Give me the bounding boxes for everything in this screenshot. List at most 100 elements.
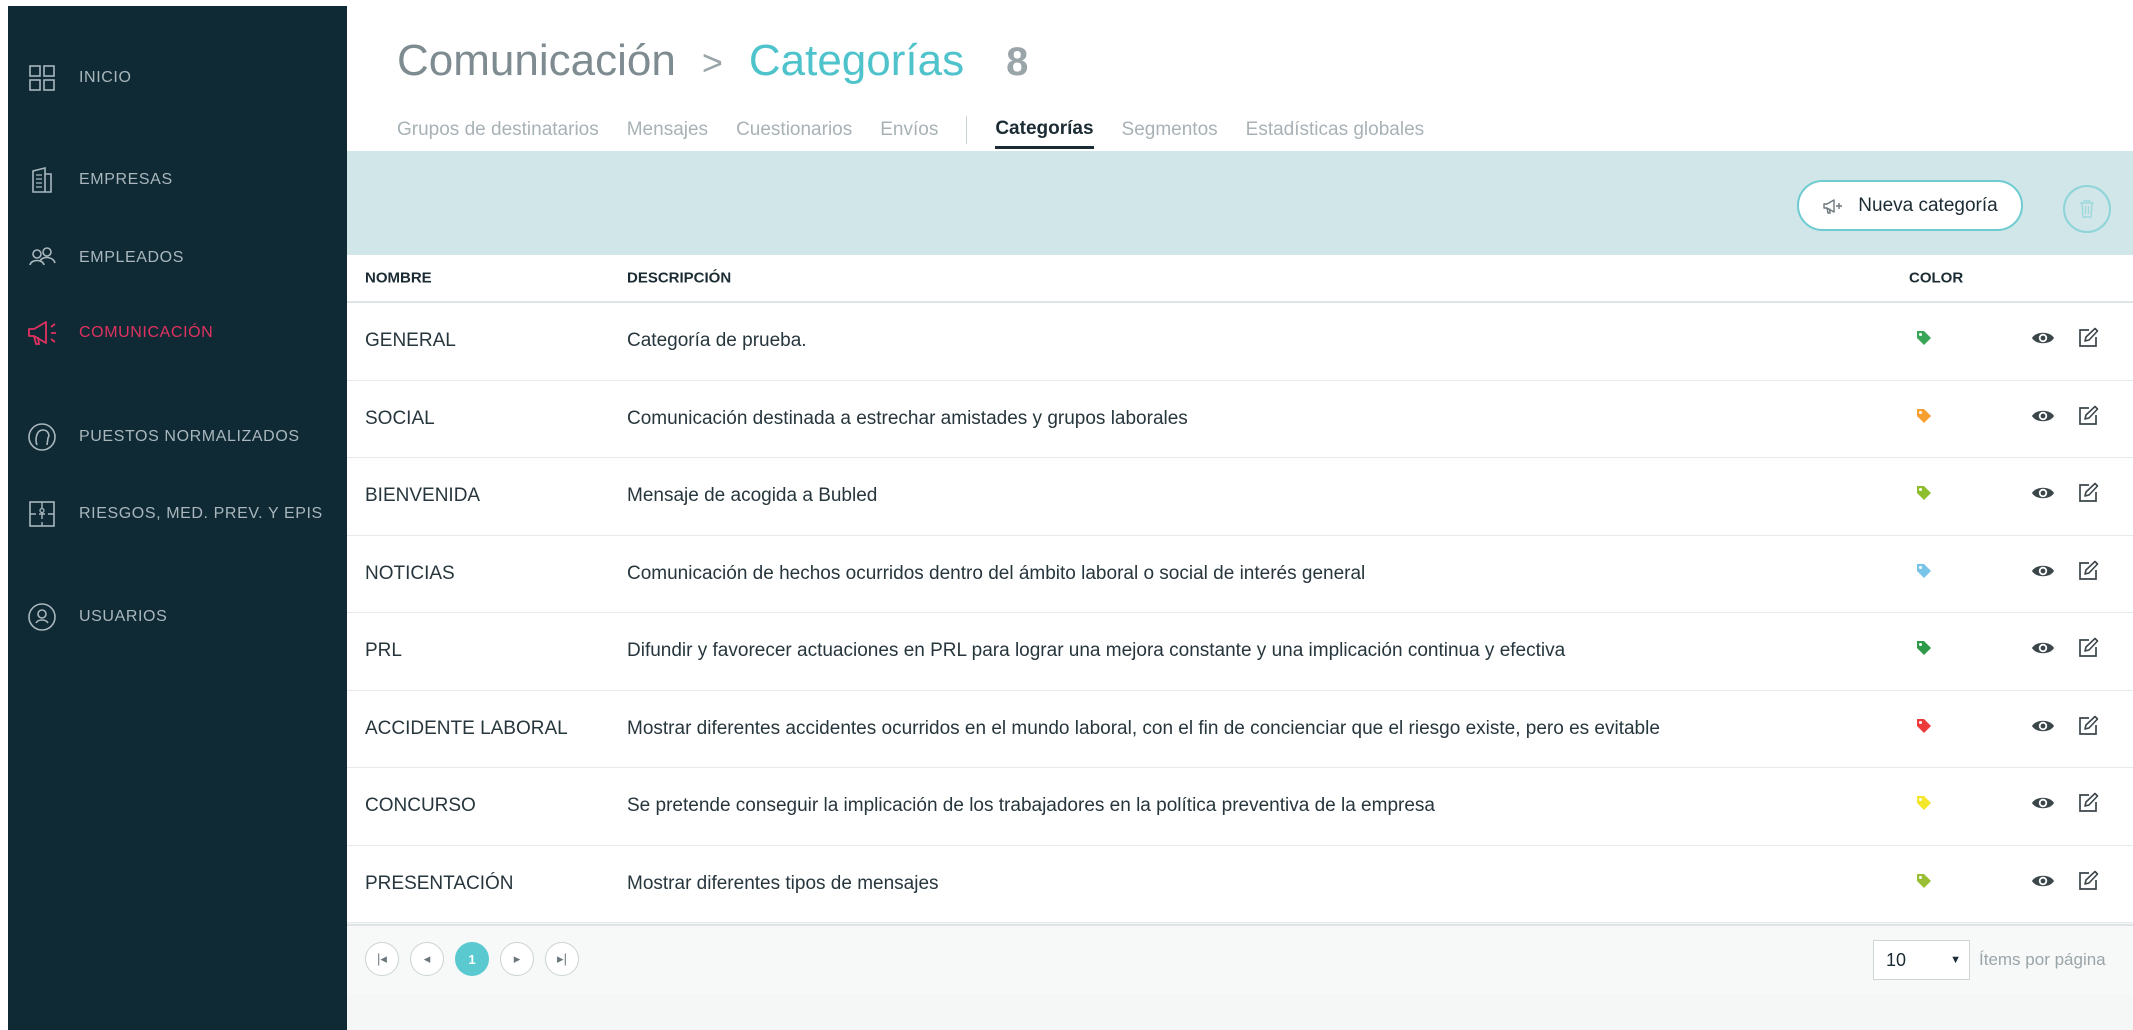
- last-page-button[interactable]: ▸|: [545, 942, 579, 976]
- color-tag-icon: [1915, 717, 1933, 741]
- sidebar-item-empresas[interactable]: EMPRESAS: [8, 160, 347, 200]
- edit-icon[interactable]: [2077, 560, 2099, 588]
- user-circle-icon: [25, 600, 59, 634]
- edit-icon[interactable]: [2077, 327, 2099, 355]
- delete-button[interactable]: [2063, 185, 2111, 233]
- items-per-page-select[interactable]: 10 ▼: [1873, 940, 1970, 980]
- eye-icon[interactable]: [2031, 330, 2055, 352]
- tab-cuestionarios[interactable]: Cuestionarios: [736, 119, 852, 147]
- table-row[interactable]: ACCIDENTE LABORAL Mostrar diferentes acci…: [347, 691, 2133, 768]
- column-header-name[interactable]: NOMBRE: [365, 270, 432, 287]
- color-tag-icon: [1915, 407, 1933, 431]
- table-body: GENERAL Categoría de prueba. SOCIAL Comunic…: [347, 303, 2133, 923]
- eye-icon[interactable]: [2031, 873, 2055, 895]
- items-per-page-label: Ítems por página: [1979, 950, 2106, 969]
- edit-icon[interactable]: [2077, 792, 2099, 820]
- tab-mensajes[interactable]: Mensajes: [627, 119, 708, 147]
- table-row[interactable]: NOTICIAS Comunicación de hechos ocurridos…: [347, 536, 2133, 613]
- grid-icon: [25, 61, 59, 95]
- tab-categorías[interactable]: Categorías: [995, 118, 1094, 149]
- tab-estadísticas-globales[interactable]: Estadísticas globales: [1246, 119, 1425, 147]
- trash-icon: [2080, 200, 2094, 218]
- color-tag-icon: [1915, 794, 1933, 818]
- color-tag-icon: [1915, 639, 1933, 663]
- page-1-button[interactable]: 1: [455, 942, 489, 976]
- head-icon: [25, 420, 59, 454]
- table-row[interactable]: CONCURSO Se pretende conseguir la implica…: [347, 768, 2133, 846]
- category-description: Se pretende conseguir la implicación de …: [627, 795, 1435, 817]
- pagination: |◂ ◂ 1 ▸ ▸|: [365, 942, 590, 976]
- next-page-button[interactable]: ▸: [500, 942, 534, 976]
- page-header: Comunicación > Categorías 8 Grupos de de…: [347, 6, 2133, 151]
- eye-icon[interactable]: [2031, 795, 2055, 817]
- page-title: Categorías: [748, 36, 965, 85]
- category-description: Categoría de prueba.: [627, 330, 807, 352]
- color-tag-icon: [1915, 484, 1933, 508]
- edit-icon[interactable]: [2077, 405, 2099, 433]
- category-description: Difundir y favorecer actuaciones en PRL …: [627, 640, 1566, 662]
- category-name: ACCIDENTE LABORAL: [365, 717, 568, 739]
- tab-divider: [966, 116, 968, 144]
- building-icon: [25, 163, 59, 197]
- items-per-page-value: 10: [1886, 949, 1907, 970]
- eye-icon[interactable]: [2031, 485, 2055, 507]
- sidebar-item-empleados[interactable]: EMPLEADOS: [8, 238, 347, 278]
- table-row[interactable]: PRESENTACIÓN Mostrar diferentes tipos de …: [347, 846, 2133, 923]
- category-name: NOTICIAS: [365, 562, 455, 584]
- color-tag-icon: [1915, 329, 1933, 353]
- edit-icon[interactable]: [2077, 870, 2099, 898]
- eye-icon[interactable]: [2031, 408, 2055, 430]
- new-category-button[interactable]: Nueva categoría: [1797, 180, 2023, 231]
- table-row[interactable]: BIENVENIDA Mensaje de acogida a Bubled: [347, 458, 2133, 536]
- category-description: Comunicación destinada a estrechar amist…: [627, 407, 1188, 429]
- sidebar-item-label: INICIO: [79, 69, 132, 86]
- tab-grupos-de-destinatarios[interactable]: Grupos de destinatarios: [397, 119, 599, 147]
- table-row[interactable]: GENERAL Categoría de prueba.: [347, 303, 2133, 381]
- color-tag-icon: [1915, 562, 1933, 586]
- color-tag-icon: [1915, 872, 1933, 896]
- edit-icon[interactable]: [2077, 715, 2099, 743]
- puzzle-icon: [25, 497, 59, 531]
- people-icon: [25, 241, 59, 275]
- edit-icon[interactable]: [2077, 482, 2099, 510]
- category-name: GENERAL: [365, 330, 456, 352]
- column-header-color[interactable]: COLOR: [1909, 270, 1963, 287]
- sidebar-item-label: RIESGOS, MED. PREV. Y EPIS: [79, 505, 323, 522]
- megaphone-plus-icon: [1823, 198, 1843, 214]
- breadcrumb-separator: >: [701, 42, 723, 83]
- prev-page-button[interactable]: ◂: [410, 942, 444, 976]
- toolbar: Nueva categoría: [347, 151, 2133, 255]
- eye-icon[interactable]: [2031, 640, 2055, 662]
- table-footer: |◂ ◂ 1 ▸ ▸| 10 ▼ Ítems por página: [347, 924, 2133, 994]
- table-row[interactable]: PRL Difundir y favorecer actuaciones en P…: [347, 613, 2133, 691]
- sidebar-item-usuarios[interactable]: USUARIOS: [8, 597, 347, 637]
- breadcrumb-parent[interactable]: Comunicación: [397, 36, 676, 86]
- category-name: PRESENTACIÓN: [365, 872, 514, 894]
- prev-page-icon: ◂: [423, 951, 431, 966]
- categories-table: NOMBRE DESCRIPCIÓN COLOR GENERAL Categorí…: [347, 255, 2133, 923]
- sidebar-item-comunicación[interactable]: COMUNICACIÓN: [8, 313, 347, 353]
- tab-envíos[interactable]: Envíos: [880, 119, 938, 147]
- edit-icon[interactable]: [2077, 637, 2099, 665]
- category-name: PRL: [365, 640, 402, 662]
- section-tabs: Grupos de destinatarios Mensajes Cuestiona…: [397, 116, 1452, 150]
- category-name: BIENVENIDA: [365, 485, 481, 507]
- category-count: 8: [1006, 40, 1029, 84]
- eye-icon[interactable]: [2031, 563, 2055, 585]
- tab-segmentos[interactable]: Segmentos: [1122, 119, 1218, 147]
- category-description: Comunicación de hechos ocurridos dentro …: [627, 562, 1366, 584]
- megaphone-icon: [25, 316, 59, 350]
- category-name: CONCURSO: [365, 795, 476, 817]
- sidebar: INICIO EMPRESAS EMPLEADOS COMUNICACIÓN PUEST…: [8, 6, 347, 1030]
- main-content: Comunicación > Categorías 8 Grupos de de…: [347, 6, 2133, 1030]
- eye-icon[interactable]: [2031, 718, 2055, 740]
- sidebar-item-inicio[interactable]: INICIO: [8, 58, 347, 98]
- sidebar-item-label: COMUNICACIÓN: [79, 324, 214, 341]
- column-header-description[interactable]: DESCRIPCIÓN: [627, 270, 731, 287]
- first-page-button[interactable]: |◂: [365, 942, 399, 976]
- chevron-down-icon: ▼: [1950, 954, 1961, 966]
- table-row[interactable]: SOCIAL Comunicación destinada a estrechar…: [347, 381, 2133, 458]
- sidebar-item-puestos-normalizados[interactable]: PUESTOS NORMALIZADOS: [8, 417, 347, 457]
- sidebar-item-riesgos-med-prev-y-epis[interactable]: RIESGOS, MED. PREV. Y EPIS: [8, 494, 347, 534]
- next-page-icon: ▸: [513, 951, 521, 966]
